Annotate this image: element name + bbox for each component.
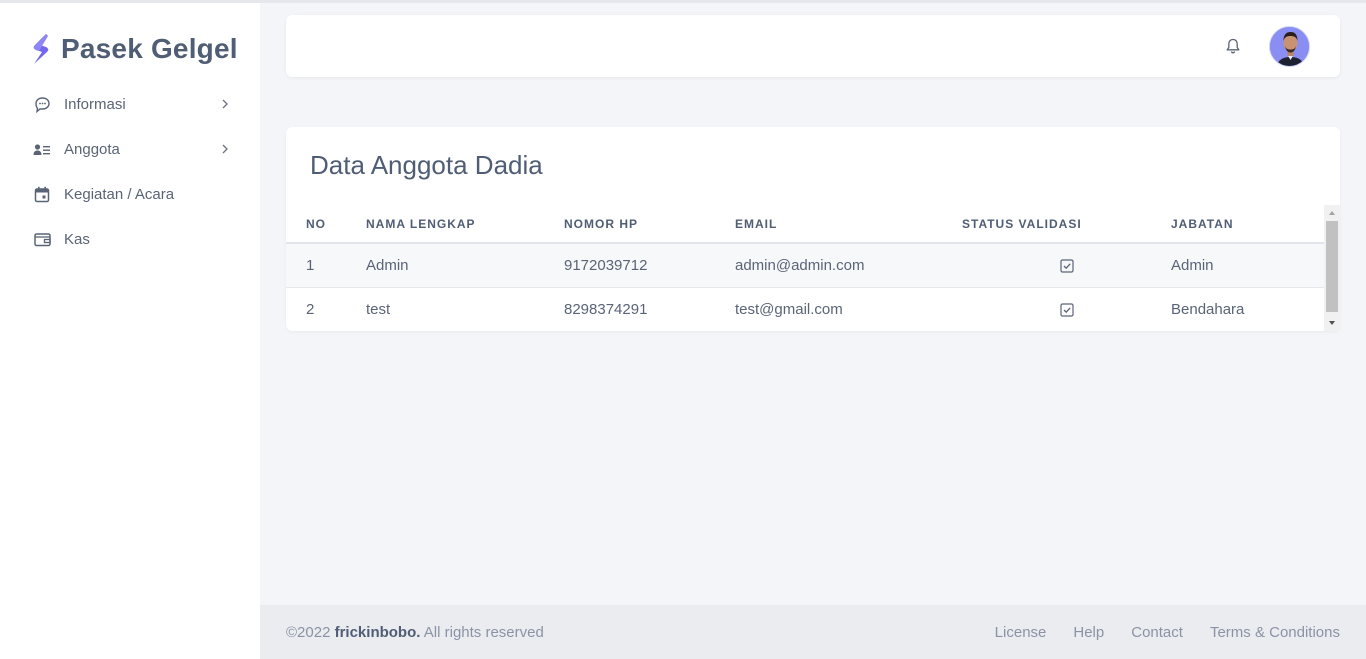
members-card: Data Anggota Dadia NO NAMA LENGKAP NOMOR… (286, 127, 1340, 331)
scrollbar-thumb[interactable] (1326, 221, 1338, 312)
wallet-icon (33, 231, 51, 249)
brand-logo-icon (33, 34, 49, 64)
footer-link-help[interactable]: Help (1073, 624, 1104, 641)
column-header-jabatan: JABATAN (1171, 205, 1324, 244)
footer-link-terms[interactable]: Terms & Conditions (1210, 624, 1340, 641)
column-header-nama-lengkap: NAMA LENGKAP (366, 205, 564, 244)
scroll-up-arrow-icon[interactable] (1324, 205, 1340, 221)
sidebar-item-label: Kegiatan / Acara (64, 186, 175, 203)
members-table: NO NAMA LENGKAP NOMOR HP EMAIL STATUS VA… (286, 205, 1324, 331)
sidebar-nav: Informasi Anggota Kegiatan / Acara Kas (0, 82, 260, 262)
cell-role: Bendahara (1171, 300, 1245, 318)
sidebar: Pasek Gelgel Informasi Anggota Kegiatan … (0, 3, 260, 659)
footer: ©2022 frickinbobo. All rights reserved L… (260, 605, 1366, 659)
chevron-right-icon (222, 99, 228, 109)
cell-no: 1 (286, 243, 366, 288)
cell-role: Admin (1171, 243, 1324, 288)
sidebar-item-anggota[interactable]: Anggota (0, 127, 260, 172)
cell-phone: 9172039712 (564, 243, 735, 288)
cell-email: test@gmail.com (735, 300, 843, 318)
checkbox-checked-icon[interactable] (1059, 303, 1074, 317)
user-list-icon (33, 141, 51, 159)
table-header-row: NO NAMA LENGKAP NOMOR HP EMAIL STATUS VA… (286, 205, 1324, 244)
cell-no: 2 (306, 300, 315, 318)
footer-link-license[interactable]: License (995, 624, 1047, 641)
members-table-container: NO NAMA LENGKAP NOMOR HP EMAIL STATUS VA… (286, 205, 1324, 331)
sidebar-item-kas[interactable]: Kas (0, 217, 260, 262)
table-row[interactable]: 1 Admin 9172039712 admin@admin.com Admin (286, 243, 1324, 288)
copyright: ©2022 frickinbobo. All rights reserved (286, 624, 544, 641)
card-title: Data Anggota Dadia (310, 150, 543, 180)
user-avatar[interactable] (1269, 26, 1310, 67)
column-header-no: NO (286, 205, 366, 244)
footer-links: License Help Contact Terms & Conditions (968, 624, 1340, 641)
brand-name: Pasek Gelgel (61, 33, 238, 64)
brand[interactable]: Pasek Gelgel (30, 33, 238, 65)
cell-email: admin@admin.com (735, 243, 962, 288)
sidebar-item-kegiatan[interactable]: Kegiatan / Acara (0, 172, 260, 217)
chevron-right-icon (222, 144, 228, 154)
top-header (286, 15, 1340, 77)
table-row[interactable]: 2 test 8298374291 test@gmail.com Bendaha… (286, 287, 1324, 331)
copyright-rights: All rights reserved (423, 624, 544, 641)
cell-status (962, 243, 1171, 288)
copyright-author[interactable]: frickinbobo. (335, 624, 421, 641)
bell-icon[interactable] (1224, 37, 1242, 55)
scroll-down-arrow-icon[interactable] (1324, 315, 1340, 331)
sidebar-item-label: Informasi (64, 96, 126, 113)
column-header-status-validasi: STATUS VALIDASI (962, 205, 1171, 244)
footer-link-contact[interactable]: Contact (1131, 624, 1183, 641)
sidebar-item-label: Kas (64, 231, 90, 248)
sidebar-item-label: Anggota (64, 141, 120, 158)
copyright-year: ©2022 (286, 624, 331, 641)
column-header-email: EMAIL (735, 205, 962, 244)
cell-status (962, 287, 1171, 331)
calendar-icon (33, 186, 51, 204)
cell-name: Admin (366, 243, 564, 288)
cell-name: test (366, 300, 391, 318)
checkbox-checked-icon[interactable] (1059, 259, 1074, 273)
chat-bubble-icon (33, 96, 51, 114)
cell-phone: 8298374291 (564, 300, 648, 318)
table-scrollbar[interactable] (1324, 205, 1340, 331)
sidebar-item-informasi[interactable]: Informasi (0, 82, 260, 127)
column-header-nomor-hp: NOMOR HP (564, 205, 735, 244)
